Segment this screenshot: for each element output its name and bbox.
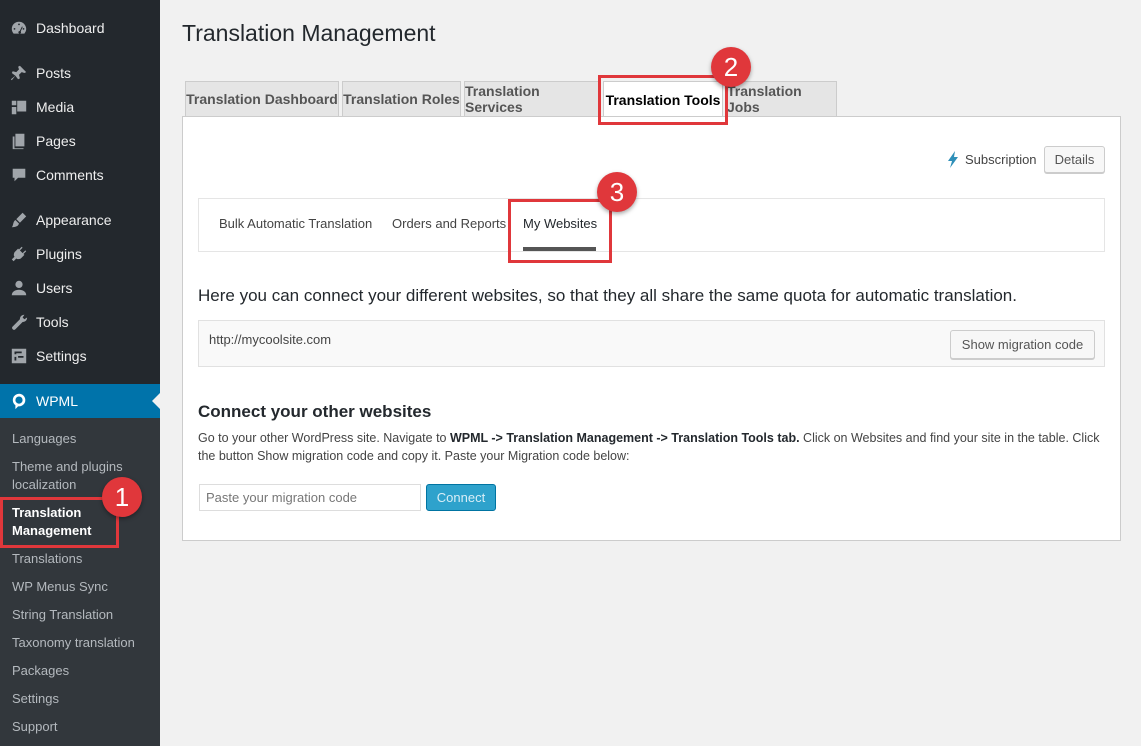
pages-icon bbox=[0, 132, 36, 150]
migration-code-input[interactable] bbox=[199, 484, 421, 511]
user-icon bbox=[0, 279, 36, 297]
submenu-item-packages[interactable]: Packages bbox=[12, 662, 152, 680]
annotation-badge-3: 3 bbox=[597, 172, 637, 212]
settings-icon bbox=[0, 347, 36, 365]
sidebar-item-comments[interactable]: Comments bbox=[0, 158, 160, 192]
connect-button[interactable]: Connect bbox=[426, 484, 496, 511]
sidebar-item-posts[interactable]: Posts bbox=[0, 56, 160, 90]
dashboard-icon bbox=[0, 19, 36, 37]
wpml-icon bbox=[0, 392, 36, 410]
media-icon bbox=[0, 98, 36, 116]
connect-websites-heading: Connect your other websites bbox=[198, 402, 432, 421]
subtab-orders-and-reports[interactable]: Orders and Reports bbox=[392, 216, 506, 231]
instructions-path: WPML -> Translation Management -> Transl… bbox=[449, 431, 800, 445]
annotation-badge-1: 1 bbox=[102, 477, 142, 517]
sidebar-item-settings[interactable]: Settings bbox=[0, 339, 160, 373]
intro-text: Here you can connect your different webs… bbox=[198, 286, 1017, 305]
admin-sidebar: Dashboard Posts Media Pages Comments App… bbox=[0, 0, 160, 746]
wrench-icon bbox=[0, 313, 36, 331]
sidebar-item-users[interactable]: Users bbox=[0, 271, 160, 305]
annotation-badge-2: 2 bbox=[711, 47, 751, 87]
wpml-submenu: Languages Theme and plugins localization… bbox=[0, 418, 160, 746]
page-title: Translation Management bbox=[182, 20, 436, 46]
brush-icon bbox=[0, 211, 36, 229]
submenu-item-translations[interactable]: Translations bbox=[12, 550, 152, 568]
sidebar-item-media[interactable]: Media bbox=[0, 90, 160, 124]
show-migration-code-button[interactable]: Show migration code bbox=[950, 330, 1095, 359]
submenu-item-string-translation[interactable]: String Translation bbox=[12, 606, 152, 624]
tab-translation-jobs[interactable]: Translation Jobs bbox=[726, 81, 837, 116]
sidebar-item-tools[interactable]: Tools bbox=[0, 305, 160, 339]
tab-translation-dashboard[interactable]: Translation Dashboard bbox=[185, 81, 339, 116]
subscription-link[interactable]: Subscription bbox=[965, 152, 1037, 167]
tab-translation-roles[interactable]: Translation Roles bbox=[342, 81, 461, 116]
sidebar-item-plugins[interactable]: Plugins bbox=[0, 237, 160, 271]
comment-icon bbox=[0, 166, 36, 184]
instructions-text-1: Go to your other WordPress site. Navigat… bbox=[198, 431, 450, 445]
subtab-bulk-automatic-translation[interactable]: Bulk Automatic Translation bbox=[219, 216, 372, 231]
current-menu-arrow bbox=[152, 393, 160, 409]
sidebar-item-pages[interactable]: Pages bbox=[0, 124, 160, 158]
tab-translation-services[interactable]: Translation Services bbox=[464, 81, 601, 116]
highlight-box-translation-tools-tab bbox=[598, 75, 728, 125]
plugin-icon bbox=[0, 245, 36, 263]
submenu-item-wp-menus-sync[interactable]: WP Menus Sync bbox=[12, 578, 152, 596]
lightning-bolt-icon bbox=[948, 151, 958, 168]
pin-icon bbox=[0, 64, 36, 82]
subtab-bar: Bulk Automatic Translation Orders and Re… bbox=[198, 198, 1105, 252]
submenu-item-languages[interactable]: Languages bbox=[12, 430, 152, 448]
submenu-item-settings[interactable]: Settings bbox=[12, 690, 152, 708]
highlight-box-translation-management bbox=[0, 497, 119, 548]
site-url: http://mycoolsite.com bbox=[209, 332, 332, 347]
sidebar-item-dashboard[interactable]: Dashboard bbox=[0, 11, 160, 45]
submenu-item-support[interactable]: Support bbox=[12, 718, 152, 736]
connect-instructions: Go to your other WordPress site. Navigat… bbox=[198, 429, 1108, 465]
details-button[interactable]: Details bbox=[1044, 146, 1105, 173]
highlight-box-my-websites bbox=[508, 199, 612, 263]
submenu-item-taxonomy-translation[interactable]: Taxonomy translation bbox=[12, 634, 152, 652]
sidebar-item-appearance[interactable]: Appearance bbox=[0, 203, 160, 237]
sidebar-item-wpml[interactable]: WPML bbox=[0, 384, 160, 418]
